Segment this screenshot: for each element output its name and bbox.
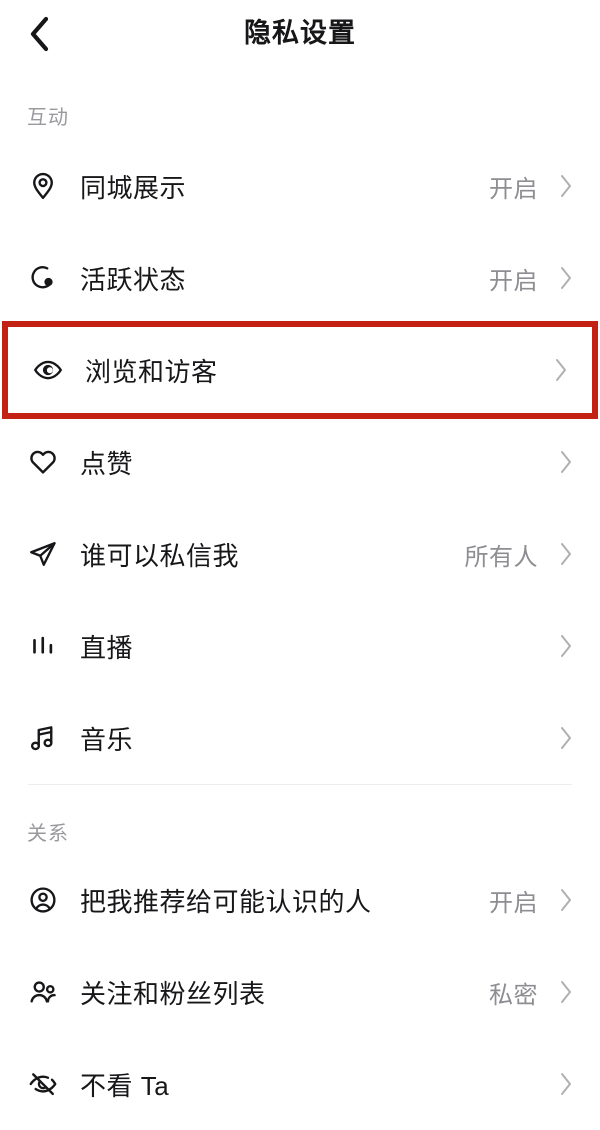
chevron-right-icon bbox=[554, 888, 574, 912]
list-item-live[interactable]: 直播 bbox=[0, 600, 600, 692]
list-item-value: 开启 bbox=[489, 889, 538, 917]
list-item-label: 直播 bbox=[80, 632, 134, 663]
settings-list-interaction: 同城展示 开启 活跃状态 开启 浏览和访客 点赞 谁可以私信我 所有人 直播 音… bbox=[0, 140, 600, 784]
list-item-label: 浏览和访客 bbox=[85, 356, 218, 387]
settings-list-relationship: 把我推荐给可能认识的人 开启 关注和粉丝列表 私密 不看 Ta bbox=[0, 854, 600, 1130]
list-item-label: 点赞 bbox=[80, 448, 134, 479]
chevron-right-icon bbox=[554, 266, 574, 290]
list-item-label: 关注和粉丝列表 bbox=[80, 978, 266, 1009]
list-item-value: 开启 bbox=[489, 267, 538, 295]
chevron-right-icon bbox=[549, 358, 569, 382]
list-item-same-city-display[interactable]: 同城展示 开启 bbox=[0, 140, 600, 232]
section-label-interaction: 互动 bbox=[27, 107, 69, 129]
chevron-right-icon bbox=[554, 1072, 574, 1096]
chevron-right-icon bbox=[554, 450, 574, 474]
location-pin-icon bbox=[26, 169, 60, 203]
chevron-right-icon bbox=[554, 634, 574, 658]
app-header: 隐私设置 bbox=[0, 0, 600, 66]
chevron-right-icon bbox=[554, 174, 574, 198]
list-item-likes[interactable]: 点赞 bbox=[0, 416, 600, 508]
list-item-following-and-followers-list[interactable]: 关注和粉丝列表 私密 bbox=[0, 946, 600, 1038]
list-item-label: 同城展示 bbox=[80, 172, 187, 203]
back-button[interactable] bbox=[14, 8, 66, 60]
eye-off-icon bbox=[26, 1067, 60, 1101]
list-item-value: 开启 bbox=[489, 175, 538, 203]
chevron-right-icon bbox=[554, 726, 574, 750]
list-item-who-can-dm-me[interactable]: 谁可以私信我 所有人 bbox=[0, 508, 600, 600]
page-title: 隐私设置 bbox=[244, 18, 356, 48]
list-item-label: 不看 Ta bbox=[80, 1070, 170, 1101]
user-circle-icon bbox=[26, 883, 60, 917]
list-item-browsing-and-visitors[interactable]: 浏览和访客 bbox=[2, 321, 598, 419]
list-item-value: 所有人 bbox=[464, 543, 538, 571]
users-group-icon bbox=[26, 975, 60, 1009]
list-item-label: 谁可以私信我 bbox=[80, 540, 240, 571]
eye-icon bbox=[31, 353, 65, 387]
list-item-active-status[interactable]: 活跃状态 开启 bbox=[0, 232, 600, 324]
chevron-left-icon bbox=[28, 14, 52, 54]
heart-icon bbox=[26, 445, 60, 479]
section-label-relationship: 关系 bbox=[27, 823, 69, 845]
privacy-settings-screen: 隐私设置 互动 同城展示 开启 活跃状态 开启 浏览和访客 点赞 谁可以私信我 … bbox=[0, 0, 600, 1130]
list-item-value: 私密 bbox=[489, 981, 538, 1009]
music-note-icon bbox=[26, 721, 60, 755]
list-item-label: 活跃状态 bbox=[80, 264, 187, 295]
activity-status-icon bbox=[26, 261, 60, 295]
chevron-right-icon bbox=[554, 980, 574, 1004]
send-icon bbox=[26, 537, 60, 571]
live-bars-icon bbox=[26, 629, 60, 663]
list-item-label: 音乐 bbox=[80, 724, 134, 755]
list-item-label: 把我推荐给可能认识的人 bbox=[80, 886, 372, 917]
list-item-recommend-me-to-people-you-may-know[interactable]: 把我推荐给可能认识的人 开启 bbox=[0, 854, 600, 946]
list-item-dont-show-ta[interactable]: 不看 Ta bbox=[0, 1038, 600, 1130]
chevron-right-icon bbox=[554, 542, 574, 566]
list-item-music[interactable]: 音乐 bbox=[0, 692, 600, 784]
